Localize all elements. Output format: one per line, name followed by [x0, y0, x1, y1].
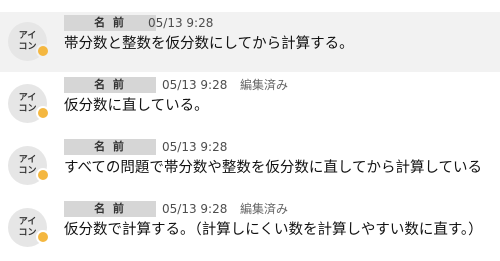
- message-item: アイ コン 名 前 05/13 9:28 帯分数と整数を仮分数にしてから計算する…: [0, 12, 500, 72]
- status-dot-icon: [36, 168, 50, 182]
- status-dot-icon: [36, 230, 50, 244]
- message-item: アイ コン 名 前 05/13 9:28 編集済み 仮分数に直している。: [0, 74, 500, 134]
- timestamp: 05/13 9:28: [148, 16, 214, 30]
- message-text: 仮分数に直している。: [64, 98, 209, 114]
- avatar-label-line1: アイ: [18, 92, 37, 103]
- avatar-label-line2: コン: [18, 103, 37, 114]
- avatar[interactable]: アイ コン: [8, 208, 50, 247]
- avatar-label-line2: コン: [18, 227, 37, 238]
- avatar[interactable]: アイ コン: [8, 22, 50, 61]
- avatar[interactable]: アイ コン: [8, 84, 50, 123]
- avatar-label-line2: コン: [18, 41, 37, 52]
- sender-name[interactable]: 名 前: [64, 15, 156, 31]
- message-item: アイ コン 名 前 05/13 9:28 編集済み 仮分数で計算する。（計算しに…: [0, 198, 500, 258]
- edited-label: 編集済み: [240, 78, 289, 92]
- message-text: すべての問題で帯分数や整数を仮分数に直してから計算している: [64, 160, 483, 176]
- timestamp: 05/13 9:28: [162, 202, 228, 216]
- edited-label: 編集済み: [240, 202, 289, 216]
- status-dot-icon: [36, 106, 50, 120]
- avatar[interactable]: アイ コン: [8, 146, 50, 185]
- status-dot-icon: [36, 44, 50, 58]
- timestamp: 05/13 9:28: [162, 140, 228, 154]
- sender-name[interactable]: 名 前: [64, 201, 156, 217]
- avatar-label-line1: アイ: [18, 30, 37, 41]
- sender-name[interactable]: 名 前: [64, 77, 156, 93]
- message-feed: アイ コン 名 前 05/13 9:28 帯分数と整数を仮分数にしてから計算する…: [0, 0, 500, 261]
- avatar-label-line2: コン: [18, 165, 37, 176]
- message-text: 帯分数と整数を仮分数にしてから計算する。: [64, 36, 354, 52]
- timestamp: 05/13 9:28: [162, 78, 228, 92]
- avatar-label-line1: アイ: [18, 216, 37, 227]
- sender-name[interactable]: 名 前: [64, 139, 156, 155]
- avatar-label-line1: アイ: [18, 154, 37, 165]
- message-item: アイ コン 名 前 05/13 9:28 すべての問題で帯分数や整数を仮分数に直…: [0, 136, 500, 196]
- message-text: 仮分数で計算する。（計算しにくい数を計算しやすい数に直す。）: [64, 222, 483, 238]
